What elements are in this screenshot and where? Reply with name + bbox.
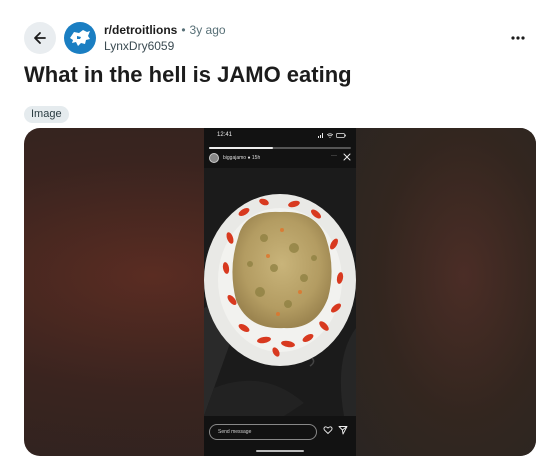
subreddit-avatar[interactable] bbox=[64, 22, 96, 54]
battery-icon bbox=[336, 133, 346, 138]
media-blur-background bbox=[356, 128, 536, 456]
story-posted-ago: 15h bbox=[251, 155, 261, 161]
post-meta: r/detroitlions • 3y ago LynxDry6059 bbox=[104, 22, 226, 54]
story-progress-fill bbox=[209, 147, 273, 149]
status-time: 12:41 bbox=[217, 132, 233, 138]
more-options-button[interactable] bbox=[506, 28, 530, 48]
more-horizontal-icon bbox=[511, 36, 525, 40]
story-username-text: biggajamo bbox=[223, 155, 247, 161]
post-age: 3y ago bbox=[189, 23, 226, 37]
post-flair[interactable]: Image bbox=[24, 106, 69, 123]
back-button[interactable] bbox=[24, 22, 56, 54]
signal-icon bbox=[318, 133, 323, 138]
send-icon[interactable] bbox=[338, 425, 348, 435]
post-media[interactable]: 12:41 biggajamo ● 15h ··· Send message bbox=[24, 128, 536, 456]
home-indicator bbox=[256, 450, 304, 452]
post-header: r/detroitlions • 3y ago LynxDry6059 bbox=[0, 0, 557, 60]
story-user: biggajamo ● 15h bbox=[209, 153, 260, 163]
meta-separator: • bbox=[181, 23, 186, 37]
story-screenshot: 12:41 biggajamo ● 15h ··· Send message bbox=[204, 128, 356, 456]
heart-icon[interactable] bbox=[323, 425, 333, 435]
close-icon bbox=[343, 153, 351, 161]
wifi-icon bbox=[327, 133, 333, 138]
subreddit-name-link[interactable]: r/detroitlions bbox=[104, 22, 177, 38]
story-more-icon: ··· bbox=[331, 153, 337, 159]
author-link[interactable]: LynxDry6059 bbox=[104, 38, 226, 54]
send-message-input[interactable]: Send message bbox=[209, 424, 317, 440]
story-progress-bar bbox=[209, 147, 351, 149]
arrow-left-icon bbox=[34, 32, 46, 44]
story-photo bbox=[204, 168, 356, 416]
food-plate-photo bbox=[204, 168, 356, 416]
status-icons bbox=[318, 133, 346, 138]
verified-badge-icon: ● bbox=[247, 155, 251, 161]
phone-status-bar: 12:41 bbox=[204, 132, 356, 142]
post-title[interactable]: What in the hell is JAMO eating bbox=[24, 60, 352, 90]
story-username: biggajamo ● 15h bbox=[223, 155, 260, 161]
story-avatar bbox=[209, 153, 219, 163]
lion-logo-icon bbox=[70, 30, 90, 46]
